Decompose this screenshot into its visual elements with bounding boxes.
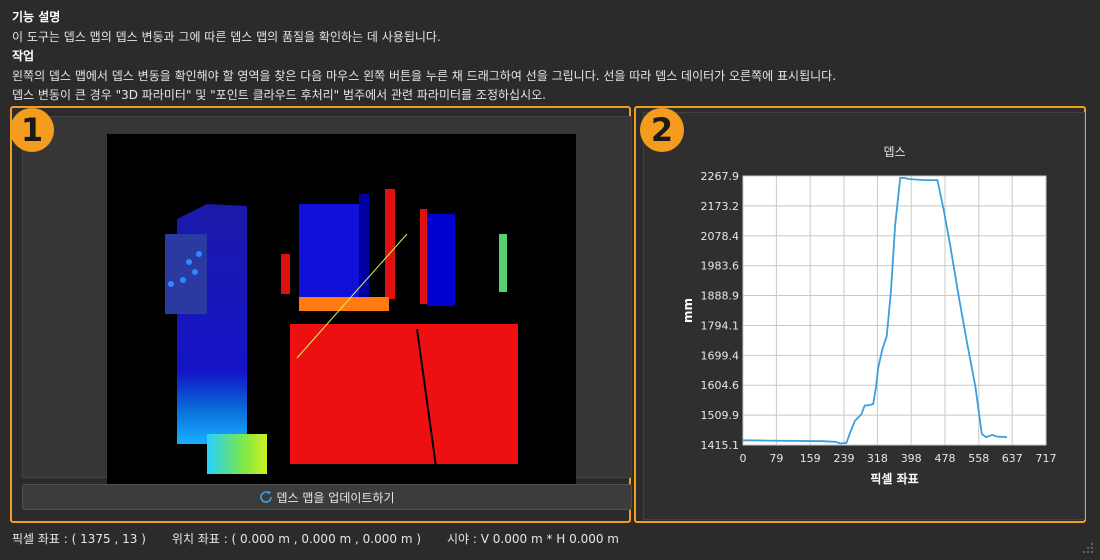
depth-top-box [299,204,359,299]
task-line-2: 뎁스 변동이 큰 경우 "3D 파라미터" 및 "포인트 클라우드 후처리" 범… [12,88,546,102]
resize-grip-icon[interactable] [1082,542,1094,554]
x-tick-label: 79 [769,452,783,465]
position-coordinate-readout: 위치 좌표 : ( 0.000 m , 0.000 m , 0.000 m ) [171,532,422,546]
y-tick-label: 1983.6 [701,260,740,273]
badge-one: 1 [10,108,54,152]
depth-dot [186,259,192,265]
x-tick-label: 159 [800,452,821,465]
x-axis-label: 픽셀 좌표 [870,471,918,486]
depth-red-bar [281,254,290,294]
depth-red-bar [420,209,427,304]
depth-green-bar [499,234,507,292]
depth-red-bar [385,189,395,299]
description-block: 기능 설명 이 도구는 뎁스 맵의 뎁스 변동과 그에 따른 뎁스 맵의 품질을… [12,8,1092,106]
depth-chart: 0 79 159 239 318 398 478 558 637 717 1415.1 1509.9 1… [681,145,1057,486]
depth-chart-view: 0 79 159 239 318 398 478 558 637 717 1415.1 1509.9 1… [643,112,1085,520]
x-tick-label: 558 [968,452,989,465]
depth-dot [196,251,202,257]
depth-chart-panel: 0 79 159 239 318 398 478 558 637 717 1415.1 1509.9 1… [634,106,1086,523]
x-tick-label: 478 [935,452,956,465]
y-tick-label: 1888.9 [701,290,740,303]
y-tick-label: 1699.4 [701,349,740,362]
x-tick-label: 0 [740,452,747,465]
y-tick-label: 1415.1 [701,439,740,452]
status-bar: 픽셀 좌표 : ( 1375 , 13 ) 위치 좌표 : ( 0.000 m ,… [12,530,645,547]
depth-map-panel: 뎁스 맵을 업데이트하기 [10,106,632,523]
update-button-label: 뎁스 맵을 업데이트하기 [276,490,395,505]
x-tick-label: 239 [834,452,855,465]
badge-two: 2 [640,108,684,152]
plot-area [742,175,1047,446]
y-tick-label: 1794.1 [701,319,740,332]
depth-red-table [290,324,518,464]
y-tick-label: 2078.4 [701,230,740,243]
task-line-1: 왼쪽의 뎁스 맵에서 뎁스 변동을 확인해야 할 영역을 찾은 다음 마우스 왼… [12,68,837,83]
task-heading: 작업 [12,49,35,63]
y-tick-label: 2267.9 [701,170,740,183]
depth-dot [192,269,198,275]
y-tick-label: 1604.6 [701,379,740,392]
chart-title: 뎁스 [883,145,905,159]
depth-map-view [22,116,632,486]
x-tick-label: 637 [1002,452,1023,465]
depth-map-canvas[interactable] [107,134,576,486]
depth-right-box [427,214,455,306]
refresh-icon [260,490,273,503]
function-text: 이 도구는 뎁스 맵의 뎁스 변동과 그에 따른 뎁스 맵의 품질을 확인하는 … [12,29,441,44]
depth-dot [168,281,174,287]
depth-left-panel [165,234,207,314]
x-tick-label: 398 [901,452,922,465]
y-axis-label: mm [681,298,695,323]
depth-floor-strip [207,434,267,474]
y-tick-label: 1509.9 [701,409,740,422]
field-of-view-readout: 시야 : V 0.000 m * H 0.000 m [447,532,619,546]
depth-top-box-shade [359,194,369,299]
x-tick-label: 717 [1036,452,1057,465]
y-tick-label: 2173.2 [701,200,740,213]
update-depth-map-button[interactable]: 뎁스 맵을 업데이트하기 [22,484,632,510]
x-tick-label: 318 [867,452,888,465]
function-heading: 기능 설명 [12,10,61,24]
depth-dot [180,277,186,283]
pixel-coordinate-readout: 픽셀 좌표 : ( 1375 , 13 ) [12,532,146,546]
depth-table-top [299,297,389,311]
